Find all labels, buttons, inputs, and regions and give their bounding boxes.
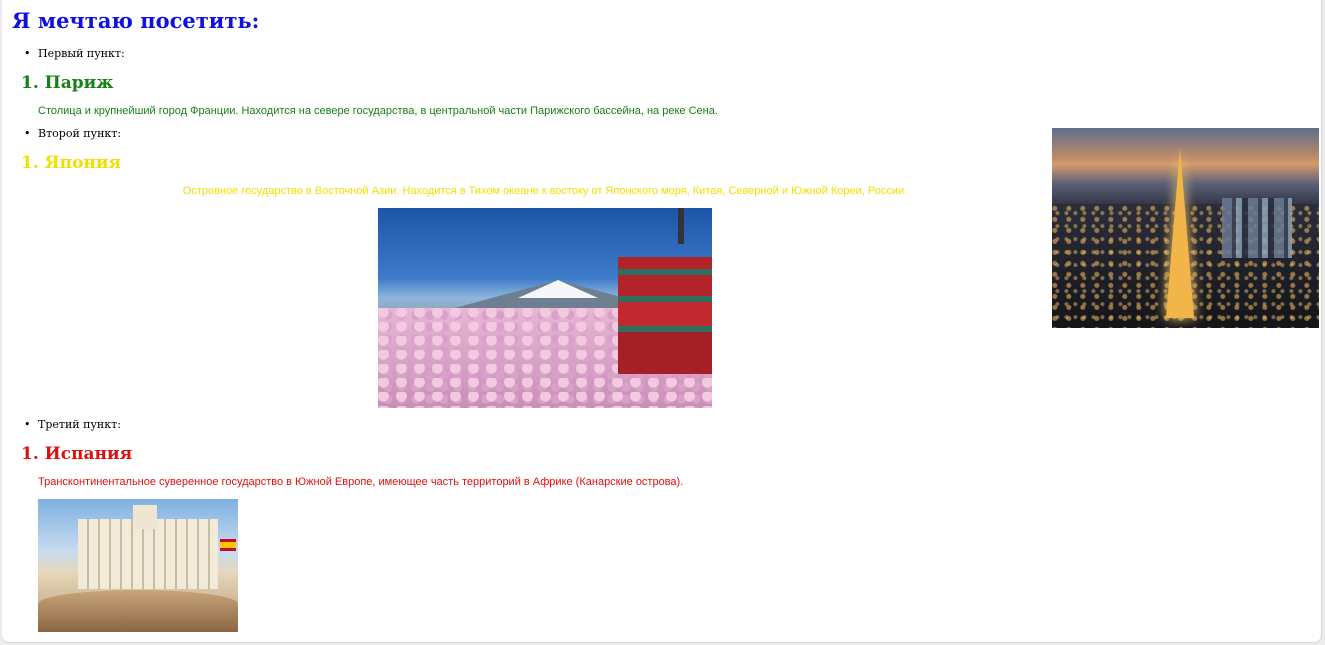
heading-text: Испания [44, 444, 133, 464]
heading-paris: 1. Париж [21, 73, 113, 93]
bullet-label: Третий пункт: [38, 418, 121, 431]
paris-photo [1052, 128, 1319, 328]
japan-photo [378, 208, 712, 408]
heading-number: 1. [21, 444, 39, 464]
description-paris: Столица и крупнейший город Франции. Нахо… [38, 105, 718, 117]
description-japan: Островное государство в Восточной Азии. … [182, 185, 908, 197]
bullet-label: Первый пункт: [38, 47, 125, 60]
page-title: Я мечтаю посетить: [12, 8, 260, 33]
description-spain: Трансконтинентальное суверенное государс… [38, 476, 684, 488]
list-item-first: • Первый пункт: [24, 47, 125, 60]
heading-spain: 1. Испания [21, 444, 132, 464]
heading-text: Япония [44, 153, 122, 173]
bullet-label: Второй пункт: [38, 127, 122, 140]
heading-number: 1. [21, 73, 39, 93]
list-item-third: • Третий пункт: [24, 418, 121, 431]
bullet-icon: • [24, 418, 31, 431]
bullet-icon: • [24, 47, 31, 60]
spain-photo [38, 499, 238, 632]
heading-number: 1. [21, 153, 39, 173]
list-item-second: • Второй пункт: [24, 127, 121, 140]
bullet-icon: • [24, 127, 31, 140]
heading-japan: 1. Япония [21, 153, 121, 173]
page-container: Я мечтаю посетить: • Первый пункт: 1. Пар… [2, 0, 1322, 643]
heading-text: Париж [44, 73, 114, 93]
